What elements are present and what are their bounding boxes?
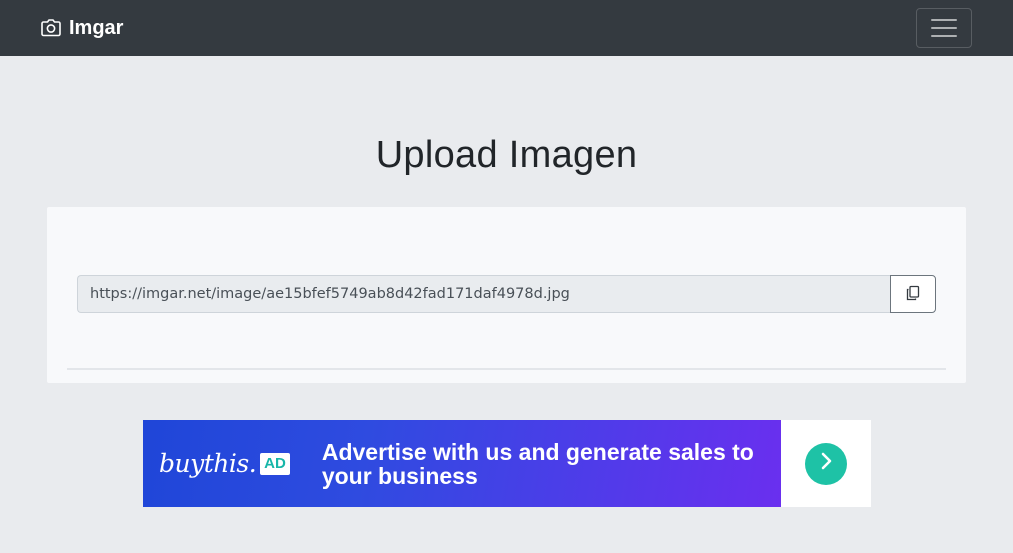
upload-result-card (47, 207, 966, 383)
copy-url-button[interactable] (890, 275, 936, 313)
navbar-toggle-button[interactable] (916, 8, 972, 48)
image-url-field[interactable] (77, 275, 890, 313)
url-input-group (77, 275, 936, 313)
camera-icon (41, 19, 61, 37)
ad-logo: buythis. AD (159, 449, 290, 478)
navbar: Imgar (0, 0, 1013, 56)
card-divider (67, 368, 946, 370)
ad-arrow-button[interactable] (805, 442, 847, 485)
ad-banner[interactable]: buythis. AD Advertise with us and genera… (143, 420, 871, 507)
ad-headline: Advertise with us and generate sales to … (321, 438, 754, 489)
brand-link[interactable]: Imgar (41, 17, 123, 40)
chevron-right-icon (818, 451, 834, 476)
brand-label: Imgar (69, 16, 124, 39)
ad-content[interactable]: buythis. AD Advertise with us and genera… (143, 420, 781, 507)
ad-badge: AD (260, 452, 290, 475)
hamburger-menu-icon (931, 19, 957, 21)
ad-action-panel (781, 420, 871, 507)
copy-clipboard-icon (905, 285, 921, 304)
page-title: Upload Imagen (375, 134, 638, 176)
ad-logo-text: buythis. (159, 449, 257, 478)
